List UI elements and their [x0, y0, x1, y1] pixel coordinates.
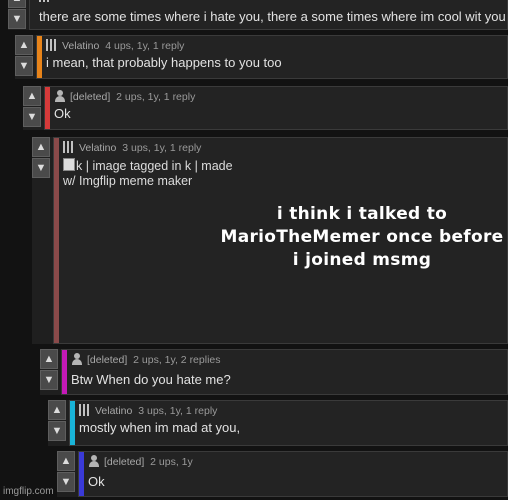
comment-body: Velatino 4 ups, 1y, 1 reply i mean, that… [36, 35, 508, 79]
comment-body: Velatino 3 ups, 1y, 1 reply k | image ta… [53, 137, 508, 344]
comment-text: Btw When do you hate me? [71, 372, 231, 387]
comment-text: i mean, that probably happens to you too [46, 55, 282, 70]
thread-bar [45, 87, 50, 129]
person-avatar-icon [88, 455, 100, 467]
comment-stats: 2 ups, 1y, 1 reply [116, 91, 196, 103]
username-label: [deleted] [87, 354, 128, 366]
comment-0: ▲ ▼ there are some times where i hate yo… [8, 0, 508, 30]
thread-bar [62, 350, 67, 394]
upvote-button[interactable]: ▲ [32, 137, 50, 157]
comment-meta: [deleted] 2 ups, 1y, 1 reply [54, 90, 195, 103]
upvote-button[interactable]: ▲ [23, 86, 41, 106]
comment-meta: Velatino 3 ups, 1y, 1 reply [79, 404, 217, 417]
person-avatar-icon [71, 353, 83, 365]
username-label: [deleted] [104, 456, 145, 468]
comment-4: ▲ ▼ [deleted] 2 ups, 1y, 2 replies Btw W… [40, 349, 508, 395]
thread-bar [37, 36, 42, 78]
comment-body: [deleted] 2 ups, 1y, 2 replies Btw When … [61, 349, 508, 395]
checker-avatar-icon [63, 141, 75, 153]
upvote-button[interactable]: ▲ [15, 35, 33, 55]
comment-meta: [deleted] 2 ups, 1y, 2 replies [71, 353, 221, 366]
vote-controls: ▲ ▼ [23, 86, 43, 127]
vote-controls: ▲ ▼ [57, 451, 77, 492]
upvote-button[interactable]: ▲ [40, 349, 58, 369]
downvote-button[interactable]: ▼ [15, 56, 33, 76]
comment-body: there are some times where i hate you, t… [29, 0, 508, 30]
vote-controls: ▲ ▼ [40, 349, 60, 390]
comment-stats: 4 ups, 1y, 1 reply [105, 40, 185, 52]
comment-body: [deleted] 2 ups, 1y Ok [78, 451, 508, 497]
comment-stats: 3 ups, 1y, 1 reply [122, 142, 202, 154]
comment-meta: Velatino 4 ups, 1y, 1 reply [46, 39, 184, 52]
comment-text: Ok [88, 474, 105, 489]
upvote-button[interactable]: ▲ [8, 0, 26, 8]
comment-stats: 3 ups, 1y, 1 reply [138, 405, 218, 417]
checker-avatar-icon [46, 39, 58, 51]
downvote-button[interactable]: ▼ [57, 472, 75, 492]
downvote-button[interactable]: ▼ [40, 370, 58, 390]
vote-controls: ▲ ▼ [8, 0, 28, 29]
comment-meta: [deleted] 2 ups, 1y [88, 455, 193, 468]
comment-3: ▲ ▼ Velatino 3 ups, 1y, 1 reply k | imag… [32, 137, 508, 344]
thread-bar [70, 401, 75, 445]
image-alt-text: k | image tagged in k | made w/ Imgflip … [63, 158, 233, 188]
comment-body: Velatino 3 ups, 1y, 1 reply mostly when … [69, 400, 508, 446]
checker-avatar-icon [79, 404, 91, 416]
imgflip-watermark: imgflip.com [3, 486, 54, 497]
downvote-button[interactable]: ▼ [32, 158, 50, 178]
comment-text: there are some times where i hate you, t… [39, 9, 506, 24]
upvote-button[interactable]: ▲ [57, 451, 75, 471]
checker-avatar-icon [39, 0, 51, 2]
downvote-button[interactable]: ▼ [8, 9, 26, 29]
comment-body: [deleted] 2 ups, 1y, 1 reply Ok [44, 86, 508, 130]
comment-text: mostly when im mad at you, [79, 420, 241, 435]
comment-1: ▲ ▼ Velatino 4 ups, 1y, 1 reply i mean, … [15, 35, 508, 79]
downvote-button[interactable]: ▼ [23, 107, 41, 127]
downvote-button[interactable]: ▼ [48, 421, 66, 441]
username-link[interactable]: Velatino [62, 40, 99, 52]
comment-text: Ok [54, 106, 71, 121]
comment-meta [39, 0, 55, 3]
comment-6: ▲ ▼ [deleted] 2 ups, 1y Ok [57, 451, 508, 497]
meme-image[interactable]: k | image tagged in k | made w/ Imgflip … [63, 158, 503, 339]
meme-caption: i think i talked to MarioTheMemer once b… [220, 204, 504, 270]
comment-5: ▲ ▼ Velatino 3 ups, 1y, 1 reply mostly w… [48, 400, 508, 446]
person-avatar-icon [54, 90, 66, 102]
comment-stats: 2 ups, 1y [150, 456, 193, 468]
comment-meta: Velatino 3 ups, 1y, 1 reply [63, 141, 201, 154]
comment-2: ▲ ▼ [deleted] 2 ups, 1y, 1 reply Ok [23, 86, 508, 130]
username-label: [deleted] [70, 91, 111, 103]
upvote-button[interactable]: ▲ [48, 400, 66, 420]
thread-bar [79, 452, 84, 496]
username-link[interactable]: Velatino [79, 142, 116, 154]
thread-bar [54, 138, 59, 343]
username-link[interactable]: Velatino [95, 405, 132, 417]
comment-stats: 2 ups, 1y, 2 replies [133, 354, 221, 366]
vote-controls: ▲ ▼ [32, 137, 52, 178]
broken-image-icon [63, 158, 75, 171]
vote-controls: ▲ ▼ [48, 400, 68, 441]
vote-controls: ▲ ▼ [15, 35, 35, 76]
